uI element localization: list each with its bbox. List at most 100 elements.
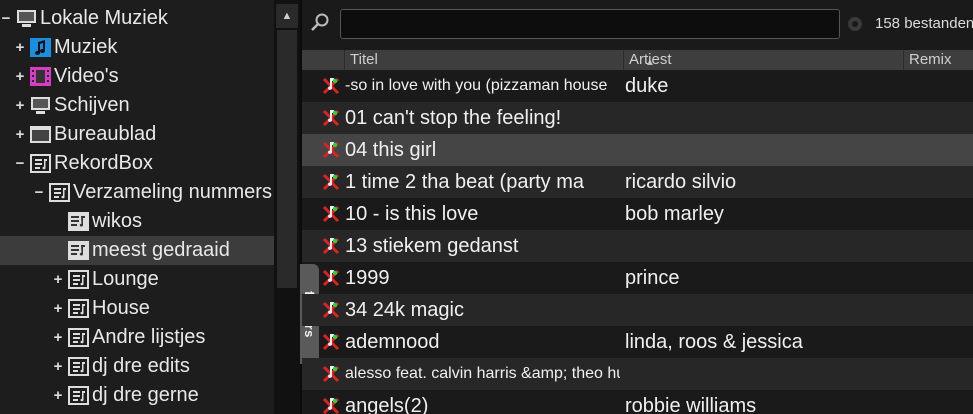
scroll-thumb[interactable] [277, 30, 297, 288]
tree-item-label: Video's [54, 65, 119, 87]
expand-icon[interactable]: + [14, 68, 26, 85]
track-title: 13 stiekem gedanst [345, 234, 519, 257]
track-list: -so in love with you (pizzaman house duke… [302, 70, 973, 414]
tree-item-schijven[interactable]: + Schijven [0, 91, 274, 120]
search-bar: 158 bestanden [302, 0, 973, 48]
track-title: 1999 [345, 266, 390, 289]
tree-item-label: Schijven [54, 94, 130, 116]
tree-item-label: Andre lijstjes [92, 326, 206, 348]
table-row[interactable]: angels(2) robbie williams [302, 390, 973, 414]
expand-icon[interactable]: + [52, 300, 64, 317]
folder-tree: − Lokale Muziek + Muziek + Video's + Sch… [0, 0, 274, 414]
tree-item-rekordbox[interactable]: − RekordBox [0, 149, 274, 178]
collapse-icon[interactable]: − [33, 184, 45, 201]
table-row[interactable]: 34 24k magic [302, 294, 973, 326]
expand-icon[interactable]: + [14, 39, 26, 56]
track-artist: ricardo silvio [625, 170, 737, 193]
music-note-icon [30, 38, 51, 57]
track-status-icon [322, 173, 340, 191]
tree-item-label: dj dre edits [92, 355, 190, 377]
search-icon[interactable] [310, 12, 330, 32]
file-count: 158 bestanden [875, 15, 973, 32]
expand-icon[interactable]: + [52, 271, 64, 288]
track-status-icon [322, 333, 340, 351]
tree-item-verzameling-nummers[interactable]: − Verzameling nummers [0, 178, 274, 207]
column-title[interactable]: Titel ▲ [344, 50, 655, 70]
table-row[interactable]: alesso feat. calvin harris &amp; theo hu… [302, 358, 973, 390]
tree-scrollbar[interactable]: ▲ [274, 0, 300, 414]
tree-item-label: dj dre gerne [92, 384, 199, 406]
tree-item-label: wikos [92, 210, 143, 232]
collapse-icon[interactable]: − [14, 155, 26, 172]
track-artist: duke [625, 74, 669, 97]
tree-item-meest-gedraaid[interactable]: meest gedraaid [0, 236, 274, 265]
playlist-folder-icon [68, 270, 89, 289]
tree-item-lokale-muziek[interactable]: − Lokale Muziek [0, 4, 274, 33]
playlist-folder-icon [30, 154, 51, 173]
table-row[interactable]: 04 this girl [302, 134, 973, 166]
table-row[interactable]: 13 stiekem gedanst [302, 230, 973, 262]
playlist-folder-icon [68, 357, 89, 376]
track-artist: prince [625, 266, 680, 289]
column-artist[interactable]: Artiest [623, 50, 905, 70]
track-title: 01 can't stop the feeling! [345, 106, 562, 129]
playlist-folder-icon [68, 328, 89, 347]
track-title: 10 - is this love [345, 202, 479, 225]
tree-item-dj-dre-edits[interactable]: + dj dre edits [0, 352, 274, 381]
column-remix-label: Remix [909, 51, 952, 68]
track-status-icon [322, 109, 340, 127]
table-row[interactable]: 1 time 2 tha beat (party ma ricardo silvi… [302, 166, 973, 198]
search-input[interactable] [340, 9, 840, 39]
expand-icon[interactable]: + [52, 358, 64, 375]
tree-item-label: RekordBox [54, 152, 153, 174]
track-status-icon [322, 237, 340, 255]
tree-item-label: Muziek [54, 36, 118, 58]
track-title: 04 this girl [345, 138, 437, 161]
table-row[interactable]: 1999 prince [302, 262, 973, 294]
tree-item-label: House [92, 297, 150, 319]
track-status-icon [322, 397, 340, 414]
track-status-icon [322, 205, 340, 223]
track-artist: bob marley [625, 202, 724, 225]
expand-icon[interactable]: + [52, 387, 64, 404]
track-artist: linda, roos & jessica [625, 330, 803, 353]
expand-icon[interactable]: + [52, 329, 64, 346]
monitor-icon [30, 96, 51, 115]
tree-item-lounge[interactable]: + Lounge [0, 265, 274, 294]
computer-icon [16, 9, 37, 28]
column-remix[interactable]: Remix [903, 50, 973, 70]
playlist-folder-icon [68, 386, 89, 405]
track-status-icon [322, 365, 340, 383]
track-title: 34 24k magic [345, 298, 464, 321]
scroll-up-icon[interactable]: ▲ [276, 4, 298, 28]
tree-item-videos[interactable]: + Video's [0, 62, 274, 91]
table-row[interactable]: -so in love with you (pizzaman house duke [302, 70, 973, 102]
track-title: -so in love with you (pizzaman house [345, 77, 608, 94]
filter-radio[interactable] [848, 17, 862, 31]
tree-item-wikos[interactable]: wikos [0, 207, 274, 236]
track-title: angels(2) [345, 394, 429, 414]
table-row[interactable]: 01 can't stop the feeling! [302, 102, 973, 134]
tree-item-muziek[interactable]: + Muziek [0, 33, 274, 62]
track-status-icon [322, 301, 340, 319]
tree-item-label: Lokale Muziek [40, 7, 168, 29]
expand-icon[interactable]: + [14, 126, 26, 143]
tree-item-house[interactable]: + House [0, 294, 274, 323]
tree-item-andre-lijstjes[interactable]: + Andre lijstjes [0, 323, 274, 352]
collapse-icon[interactable]: − [0, 10, 12, 27]
playlist-folder-icon [49, 183, 70, 202]
tree-item-dj-dre-gerne[interactable]: + dj dre gerne [0, 381, 274, 410]
playlist-icon [68, 212, 89, 231]
track-status-icon [322, 77, 340, 95]
track-status-icon [322, 141, 340, 159]
playlist-icon [68, 241, 89, 260]
tree-item-label: Verzameling nummers [73, 181, 272, 203]
table-row[interactable]: ademnood linda, roos & jessica [302, 326, 973, 358]
tree-item-label: Bureaublad [54, 123, 157, 145]
track-artist: robbie williams [625, 394, 757, 414]
desktop-icon [30, 125, 51, 144]
tree-item-bureaublad[interactable]: + Bureaublad [0, 120, 274, 149]
expand-icon[interactable]: + [14, 97, 26, 114]
table-row[interactable]: 10 - is this love bob marley [302, 198, 973, 230]
track-title: 1 time 2 tha beat (party ma [345, 170, 585, 193]
